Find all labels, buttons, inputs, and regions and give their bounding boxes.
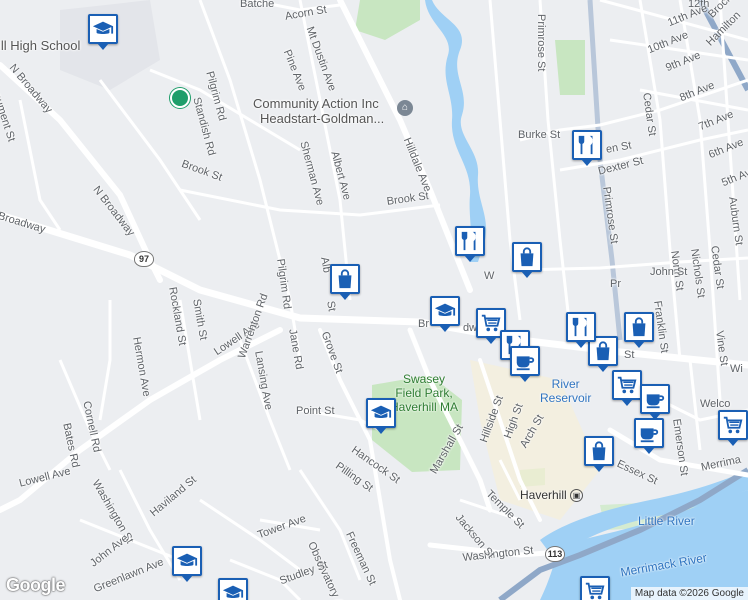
street-label: Batche — [240, 0, 275, 10]
school-marker[interactable] — [172, 546, 202, 582]
park-label-swasey[interactable]: Swasey Field Park, Haverhill MA — [390, 372, 458, 414]
cafe-icon — [644, 388, 666, 410]
street-label: Pr — [610, 278, 621, 290]
restaurant-marker[interactable] — [455, 226, 485, 262]
shopping-cart-marker[interactable] — [718, 410, 748, 446]
shopping-bag-marker[interactable] — [512, 242, 542, 278]
cafe-icon — [514, 350, 536, 372]
school-place-icon[interactable]: ⌂ — [397, 100, 413, 116]
restaurant-icon — [576, 134, 598, 156]
shopping-cart-icon — [616, 374, 638, 396]
water-label-reservoir: River Reservoir — [540, 377, 591, 405]
street-label: St — [324, 300, 338, 313]
restaurant-icon — [459, 230, 481, 252]
park-east — [555, 40, 585, 95]
shopping-cart-marker[interactable] — [612, 370, 642, 406]
restaurant-marker[interactable] — [572, 130, 602, 166]
poi-label-headstart[interactable]: Headstart-Goldman... — [260, 111, 384, 126]
restaurant-marker[interactable] — [566, 312, 596, 348]
school-icon — [434, 300, 456, 322]
train-station-icon: ▣ — [570, 489, 584, 503]
shopping-bag-marker[interactable] — [330, 264, 360, 300]
water-label-little-river: Little River — [638, 514, 695, 528]
shopping-bag-marker[interactable] — [624, 312, 654, 348]
route-shield-97: 97 — [134, 251, 154, 267]
shopping-bag-icon — [516, 246, 538, 268]
shopping-cart-marker[interactable] — [580, 576, 610, 600]
shopping-cart-icon — [480, 312, 502, 334]
street-label: St — [624, 349, 635, 361]
map-canvas[interactable]: Batche Acorn St Mt Dustin Ave Pine Ave P… — [0, 0, 748, 600]
shopping-bag-icon — [588, 440, 610, 462]
school-icon — [176, 550, 198, 572]
place-pin-icon[interactable] — [170, 88, 190, 108]
route-shield-113: 113 — [545, 546, 565, 562]
city-label-haverhill[interactable]: Haverhill ▣ — [520, 488, 584, 503]
shopping-bag-icon — [334, 268, 356, 290]
school-marker[interactable] — [430, 296, 460, 332]
shopping-cart-icon — [584, 580, 606, 600]
shopping-bag-icon — [592, 340, 614, 362]
water-label-line: Reservoir — [540, 391, 592, 405]
park-label-line: Haverhill MA — [390, 400, 459, 414]
street-label: Burke St — [518, 129, 561, 141]
school-icon — [370, 402, 392, 424]
poi-label-high-school[interactable]: ill High School — [0, 38, 80, 53]
street-label: Welco — [700, 398, 731, 410]
street-label: Primrose St — [535, 14, 547, 72]
park-label-line: Field Park, — [395, 386, 453, 400]
water-label-line: River — [551, 377, 580, 391]
street-label: John St — [650, 266, 688, 278]
google-logo: Google — [6, 575, 66, 595]
city-label-text: Haverhill — [520, 488, 567, 502]
school-marker[interactable] — [366, 398, 396, 434]
cafe-marker[interactable] — [634, 418, 664, 454]
poi-label-community-action[interactable]: Community Action Inc — [253, 96, 379, 111]
shopping-bag-icon — [628, 316, 650, 338]
cafe-marker[interactable] — [510, 346, 540, 382]
shopping-bag-marker[interactable] — [584, 436, 614, 472]
street-label: Wi — [730, 363, 743, 375]
street-label: W — [484, 270, 495, 282]
map-attribution[interactable]: Map data ©2026 Google — [630, 587, 748, 600]
school-icon — [222, 582, 244, 600]
school-icon — [92, 18, 114, 40]
street-label: Point St — [296, 405, 335, 417]
park-label-line: Swasey — [402, 372, 446, 386]
cafe-marker[interactable] — [640, 384, 670, 420]
school-marker[interactable] — [218, 578, 248, 600]
street-label: Br — [418, 318, 429, 330]
school-marker[interactable] — [88, 14, 118, 50]
shopping-cart-icon — [722, 414, 744, 436]
restaurant-icon — [570, 316, 592, 338]
cafe-icon — [638, 422, 660, 444]
